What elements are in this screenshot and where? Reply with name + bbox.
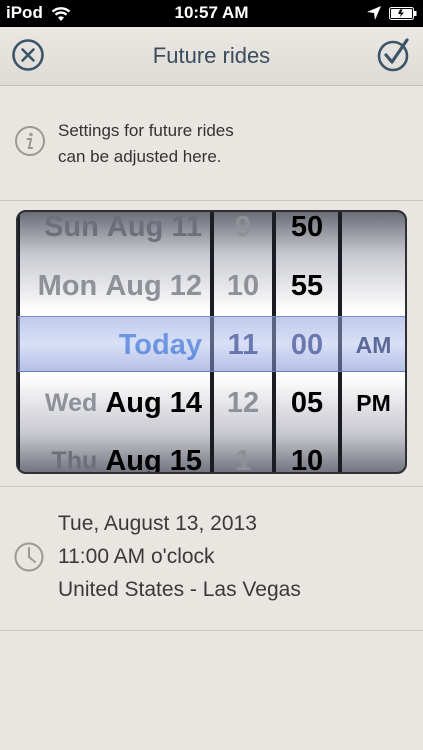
hour-row[interactable]: 12 bbox=[214, 374, 272, 432]
navigation-bar: Future rides bbox=[0, 27, 423, 86]
info-text: Settings for future rides can be adjuste… bbox=[58, 118, 388, 170]
date-row[interactable]: Sun Aug 11 bbox=[20, 212, 210, 256]
minute-wheel[interactable]: 50 55 00 05 10 bbox=[276, 212, 338, 473]
date-weekday: Wed bbox=[44, 388, 98, 417]
date-row-selected[interactable]: Today bbox=[20, 316, 210, 374]
date-wheel[interactable]: Sun Aug 11 Mon Aug 12 Today Wed Aug 14 T… bbox=[20, 212, 210, 474]
info-line-1: Settings for future rides bbox=[58, 121, 234, 140]
battery-icon bbox=[389, 7, 417, 20]
date-day: Aug 14 bbox=[105, 386, 202, 419]
date-day: Aug 15 bbox=[105, 444, 202, 474]
info-section: Settings for future rides can be adjuste… bbox=[0, 87, 423, 201]
date-row[interactable]: Mon Aug 12 bbox=[20, 257, 210, 315]
date-time-picker[interactable]: Sun Aug 11 Mon Aug 12 Today Wed Aug 14 T… bbox=[16, 210, 407, 474]
status-bar: iPod 10:57 AM bbox=[0, 0, 423, 27]
date-today: Today bbox=[118, 328, 202, 361]
minute-row-selected[interactable]: 00 bbox=[276, 316, 338, 374]
am-row[interactable]: AM bbox=[342, 316, 405, 374]
ampm-wheel[interactable]: AM PM bbox=[342, 212, 405, 472]
date-weekday: Mon bbox=[37, 269, 98, 302]
date-row[interactable]: Wed Aug 14 bbox=[20, 374, 210, 432]
minute-row[interactable]: 50 bbox=[276, 212, 338, 256]
hour-row-selected[interactable]: 11 bbox=[214, 316, 272, 374]
minute-row[interactable]: 55 bbox=[276, 257, 338, 315]
date-day: Aug 12 bbox=[105, 269, 202, 302]
page-title: Future rides bbox=[152, 43, 271, 68]
summary-time: 11:00 AM o'clock bbox=[58, 545, 215, 568]
location-arrow-icon bbox=[367, 6, 381, 20]
checkmark-circle-icon[interactable] bbox=[376, 37, 412, 73]
minute-row[interactable]: 10 bbox=[276, 432, 338, 473]
ride-summary: Tue, August 13, 2013 11:00 AM o'clock Un… bbox=[0, 486, 423, 631]
summary-date: Tue, August 13, 2013 bbox=[58, 512, 257, 535]
info-line-2: can be adjusted here. bbox=[58, 147, 222, 166]
info-icon bbox=[15, 126, 45, 156]
date-row[interactable]: Thu Aug 15 bbox=[20, 432, 210, 474]
pm-row[interactable]: PM bbox=[342, 374, 405, 432]
date-weekday: Thu bbox=[51, 446, 98, 474]
hour-row[interactable]: 1 bbox=[214, 432, 272, 473]
hour-wheel[interactable]: 9 10 11 12 1 bbox=[214, 212, 272, 473]
date-weekday: Sun bbox=[44, 212, 99, 243]
status-time: 10:57 AM bbox=[174, 3, 249, 22]
clock-icon bbox=[14, 542, 44, 572]
hour-row[interactable]: 10 bbox=[214, 257, 272, 315]
minute-row[interactable]: 05 bbox=[276, 374, 338, 432]
hour-row[interactable]: 9 bbox=[214, 212, 272, 256]
summary-location: United States - Las Vegas bbox=[58, 578, 301, 601]
date-day: Aug 11 bbox=[106, 212, 202, 243]
